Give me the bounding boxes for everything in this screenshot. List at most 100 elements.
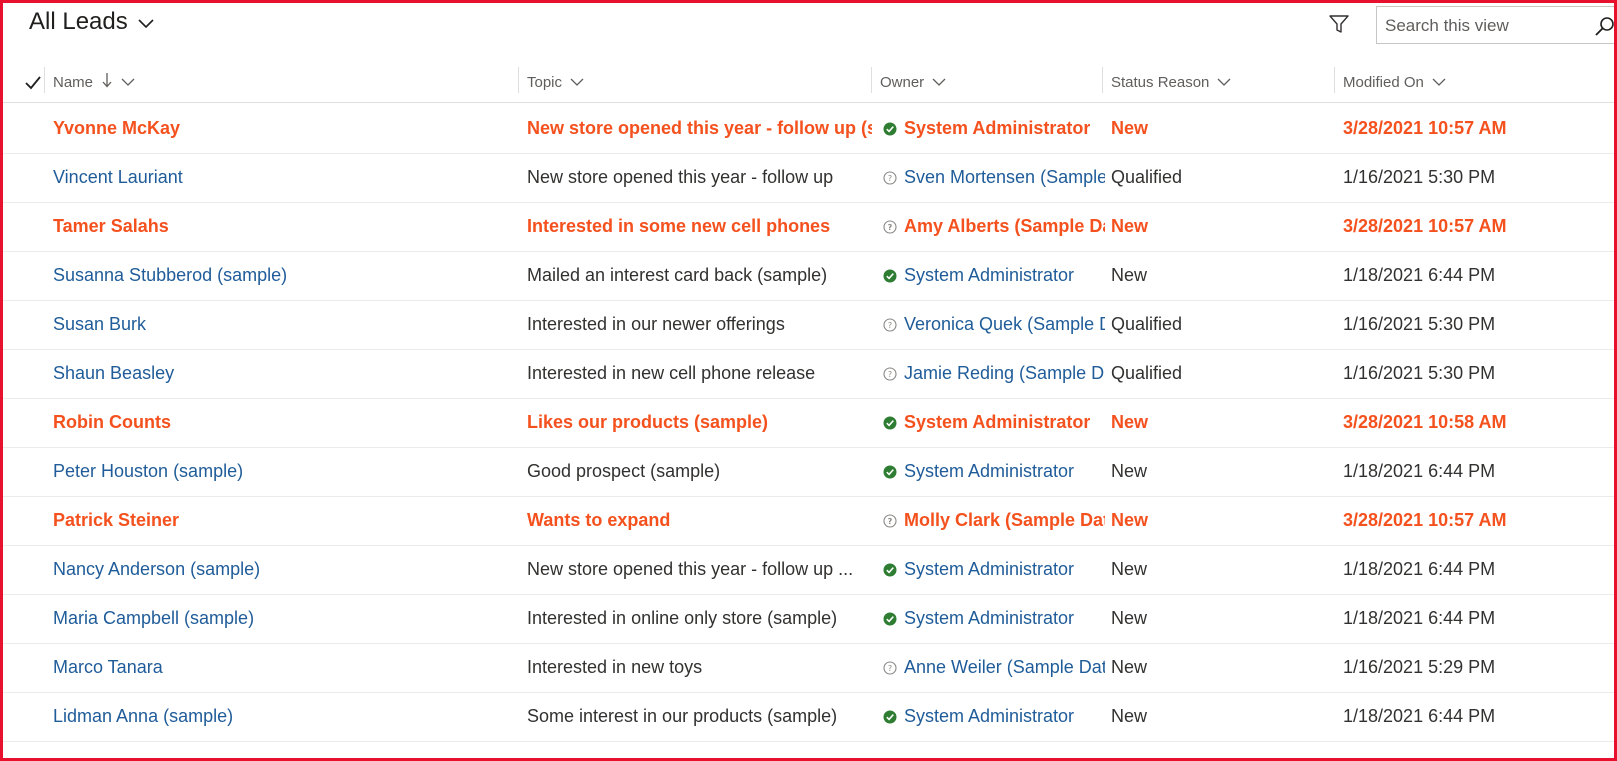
lead-name-link[interactable]: Maria Campbell (sample) bbox=[53, 594, 513, 643]
modified-on: 1/16/2021 5:30 PM bbox=[1343, 314, 1496, 334]
owner-name: System Administrator bbox=[904, 265, 1075, 285]
chevron-down-icon bbox=[570, 74, 584, 91]
table-row[interactable]: Lidman Anna (sample) Some interest in our… bbox=[3, 692, 1614, 742]
table-row[interactable]: Robin Counts Likes our products (sample) S… bbox=[3, 398, 1614, 448]
lead-name-link[interactable]: Vincent Lauriant bbox=[53, 153, 513, 202]
table-row[interactable]: Marco Tanara Interested in new toys ? Anne … bbox=[3, 643, 1614, 693]
modified-on: 1/18/2021 6:44 PM bbox=[1343, 706, 1496, 726]
check-circle-icon bbox=[883, 563, 897, 577]
owner-name: Amy Alberts (Sample Data) bbox=[904, 216, 1105, 236]
chevron-down-icon bbox=[138, 8, 154, 36]
question-circle-icon: ? bbox=[883, 219, 897, 234]
check-circle-icon bbox=[883, 416, 897, 430]
owner-link[interactable]: ? Amy Alberts (Sample Data) bbox=[883, 202, 1105, 251]
svg-text:?: ? bbox=[888, 664, 892, 673]
owner-link[interactable]: System Administrator bbox=[883, 104, 1105, 153]
lead-name-link[interactable]: Marco Tanara bbox=[53, 643, 513, 692]
svg-text:?: ? bbox=[888, 370, 892, 379]
chevron-down-icon bbox=[932, 74, 946, 91]
modified-on: 1/16/2021 5:30 PM bbox=[1343, 167, 1496, 187]
lead-topic: Interested in new cell phone release bbox=[527, 363, 816, 383]
table-row[interactable]: Patrick Steiner Wants to expand? Molly Cla… bbox=[3, 496, 1614, 546]
table-row[interactable]: Vincent Lauriant New store opened this ye… bbox=[3, 153, 1614, 203]
table-row[interactable]: Nancy Anderson (sample) New store opened … bbox=[3, 545, 1614, 595]
column-header-topic[interactable]: Topic bbox=[517, 67, 584, 93]
owner-link[interactable]: ? Veronica Quek (Sample Data) bbox=[883, 300, 1105, 349]
check-circle-icon bbox=[883, 612, 897, 626]
table-row[interactable]: Yvonne McKay New store opened this year -… bbox=[3, 104, 1614, 154]
column-header-status-reason[interactable]: Status Reason bbox=[1101, 67, 1231, 93]
column-label-status-reason: Status Reason bbox=[1111, 73, 1210, 91]
owner-name: System Administrator bbox=[904, 608, 1075, 628]
filter-icon[interactable] bbox=[1327, 12, 1351, 36]
owner-link[interactable]: ? Jamie Reding (Sample Data) bbox=[883, 349, 1105, 398]
table-row[interactable]: Tamer Salahs Interested in some new cell … bbox=[3, 202, 1614, 252]
lead-name-link[interactable]: Nancy Anderson (sample) bbox=[53, 545, 513, 594]
table-row[interactable]: Susanna Stubberod (sample) Mailed an inte… bbox=[3, 251, 1614, 301]
table-row[interactable]: Peter Houston (sample) Good prospect (sam… bbox=[3, 447, 1614, 497]
owner-link[interactable]: System Administrator bbox=[883, 447, 1105, 496]
status-reason: Qualified bbox=[1111, 167, 1183, 187]
question-circle-icon: ? bbox=[883, 366, 897, 381]
lead-topic: Good prospect (sample) bbox=[527, 461, 721, 481]
owner-name: System Administrator bbox=[904, 461, 1075, 481]
owner-link[interactable]: System Administrator bbox=[883, 594, 1105, 643]
status-reason: New bbox=[1111, 657, 1148, 677]
lead-topic: New store opened this year - follow up .… bbox=[527, 559, 854, 579]
lead-topic: Likes our products (sample) bbox=[527, 412, 769, 432]
column-header-modified-on[interactable]: Modified On bbox=[1334, 67, 1446, 93]
lead-name-link[interactable]: Peter Houston (sample) bbox=[53, 447, 513, 496]
view-title: All Leads bbox=[29, 8, 128, 35]
table-row[interactable]: Maria Campbell (sample) Interested in onl… bbox=[3, 594, 1614, 644]
column-header-row: Name Topic Owner Status Reason Modified … bbox=[0, 62, 1617, 103]
lead-name-link[interactable]: Patrick Steiner bbox=[53, 496, 513, 545]
table-row[interactable]: Susan Burk Interested in our newer offeri… bbox=[3, 300, 1614, 350]
modified-on: 3/28/2021 10:57 AM bbox=[1343, 510, 1507, 530]
status-reason: New bbox=[1111, 510, 1149, 530]
owner-link[interactable]: System Administrator bbox=[883, 251, 1105, 300]
column-header-name[interactable]: Name bbox=[43, 67, 135, 93]
lead-topic: Interested in some new cell phones bbox=[527, 216, 831, 236]
svg-text:?: ? bbox=[888, 321, 892, 330]
lead-topic: Interested in new toys bbox=[527, 657, 703, 677]
select-all-checkbox[interactable] bbox=[24, 74, 42, 92]
lead-name-link[interactable]: Lidman Anna (sample) bbox=[53, 692, 513, 741]
column-label-modified-on: Modified On bbox=[1343, 73, 1424, 91]
question-circle-icon: ? bbox=[883, 660, 897, 675]
status-reason: New bbox=[1111, 608, 1148, 628]
check-circle-icon bbox=[883, 122, 897, 136]
svg-text:?: ? bbox=[888, 517, 893, 526]
owner-link[interactable]: System Administrator bbox=[883, 545, 1105, 594]
check-circle-icon bbox=[883, 269, 897, 283]
lead-name-link[interactable]: Shaun Beasley bbox=[53, 349, 513, 398]
status-reason: Qualified bbox=[1111, 314, 1183, 334]
table-row[interactable]: Shaun Beasley Interested in new cell phon… bbox=[3, 349, 1614, 399]
search-box bbox=[1376, 6, 1616, 45]
owner-link[interactable]: System Administrator bbox=[883, 398, 1105, 447]
lead-name-link[interactable]: Robin Counts bbox=[53, 398, 513, 447]
column-header-owner[interactable]: Owner bbox=[870, 67, 946, 93]
lead-name-link[interactable]: Tamer Salahs bbox=[53, 202, 513, 251]
search-icon[interactable] bbox=[1594, 15, 1616, 37]
modified-on: 1/16/2021 5:29 PM bbox=[1343, 657, 1496, 677]
view-selector[interactable]: All Leads bbox=[29, 8, 154, 36]
svg-text:?: ? bbox=[888, 223, 893, 232]
status-reason: New bbox=[1111, 216, 1149, 236]
lead-topic: Interested in our newer offerings bbox=[527, 314, 785, 334]
modified-on: 1/16/2021 5:30 PM bbox=[1343, 363, 1496, 383]
modified-on: 3/28/2021 10:57 AM bbox=[1343, 216, 1507, 236]
check-circle-icon bbox=[883, 465, 897, 479]
modified-on: 1/18/2021 6:44 PM bbox=[1343, 608, 1496, 628]
modified-on: 1/18/2021 6:44 PM bbox=[1343, 461, 1496, 481]
owner-link[interactable]: ? Sven Mortensen (Sample Data) bbox=[883, 153, 1105, 202]
owner-name: Veronica Quek (Sample Data) bbox=[904, 314, 1105, 334]
svg-text:?: ? bbox=[888, 174, 892, 183]
search-input[interactable] bbox=[1383, 7, 1587, 45]
owner-name: System Administrator bbox=[904, 118, 1091, 138]
lead-name-link[interactable]: Susan Burk bbox=[53, 300, 513, 349]
owner-link[interactable]: ? Anne Weiler (Sample Data) bbox=[883, 643, 1105, 692]
owner-link[interactable]: System Administrator bbox=[883, 692, 1105, 741]
lead-name-link[interactable]: Yvonne McKay bbox=[53, 104, 513, 153]
lead-name-link[interactable]: Susanna Stubberod (sample) bbox=[53, 251, 513, 300]
owner-link[interactable]: ? Molly Clark (Sample Data) bbox=[883, 496, 1105, 545]
